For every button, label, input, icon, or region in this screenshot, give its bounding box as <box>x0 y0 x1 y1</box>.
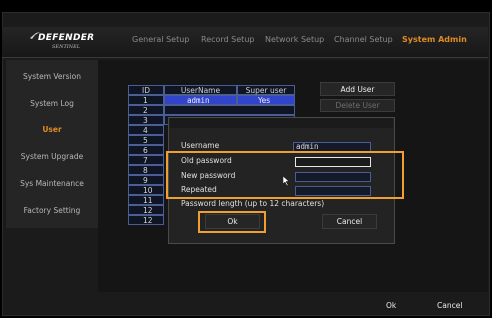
sidebar-item-system-log[interactable]: System Log <box>6 99 98 108</box>
ok-button-highlight <box>198 211 266 233</box>
dialog-cancel-button[interactable]: Cancel <box>322 214 377 229</box>
table-cell-id[interactable]: 4 <box>128 125 164 135</box>
mouse-cursor-icon <box>283 176 290 186</box>
table-cell-id[interactable]: 3 <box>128 115 164 125</box>
dvr-screen: DEFENDER SENTINEL General Setup Record S… <box>0 0 492 318</box>
tab-record-setup[interactable]: Record Setup <box>201 35 254 44</box>
tab-system-admin[interactable]: System Admin <box>402 35 467 44</box>
sidebar-item-sys-maintenance[interactable]: Sys Maintenance <box>6 179 98 188</box>
table-cell-id[interactable]: 5 <box>128 135 164 145</box>
sidebar-item-system-version[interactable]: System Version <box>6 72 98 81</box>
table-cell-super-user[interactable]: Yes <box>237 95 295 105</box>
table-cell-id[interactable]: 7 <box>128 155 164 165</box>
footer-ok-button[interactable]: Ok <box>386 301 396 310</box>
table-header-super-user: Super user <box>237 85 295 95</box>
dialog-title-bar <box>170 118 393 128</box>
sidebar-item-factory-setting[interactable]: Factory Setting <box>6 206 98 215</box>
table-cell-id[interactable]: 12 <box>128 205 164 215</box>
footer-cancel-button[interactable]: Cancel <box>437 301 462 310</box>
table-cell-id[interactable]: 8 <box>128 165 164 175</box>
table-cell-id[interactable]: 6 <box>128 145 164 155</box>
table-cell-id[interactable]: 12 <box>128 215 164 225</box>
table-cell-id[interactable]: 2 <box>128 105 164 115</box>
table-cell-id[interactable]: 10 <box>128 185 164 195</box>
table-cell-id[interactable]: 1 <box>128 95 164 105</box>
sidebar-item-system-upgrade[interactable]: System Upgrade <box>6 152 98 161</box>
table-row[interactable] <box>164 105 295 115</box>
password-length-hint: Password length (up to 12 characters) <box>181 199 325 208</box>
table-cell-id[interactable]: 11 <box>128 195 164 205</box>
table-cell-id[interactable]: 9 <box>128 175 164 185</box>
table-cell-username[interactable]: admin <box>164 95 237 105</box>
logo-sub-text: SENTINEL <box>52 44 81 50</box>
logo-brand-text: DEFENDER <box>38 33 95 43</box>
tab-general-setup[interactable]: General Setup <box>132 35 189 44</box>
delete-user-button[interactable]: Delete User <box>320 99 395 112</box>
table-header-username: UserName <box>164 85 237 95</box>
username-label: Username <box>181 141 220 150</box>
tab-network-setup[interactable]: Network Setup <box>265 35 324 44</box>
sidebar: System Version System Log User System Up… <box>6 60 98 228</box>
brand-logo: DEFENDER SENTINEL <box>30 30 95 54</box>
add-user-button[interactable]: Add User <box>320 82 395 96</box>
table-header-id: ID <box>128 85 164 95</box>
tab-channel-setup[interactable]: Channel Setup <box>334 35 393 44</box>
sidebar-item-user[interactable]: User <box>6 125 98 134</box>
password-fields-highlight <box>166 151 404 199</box>
